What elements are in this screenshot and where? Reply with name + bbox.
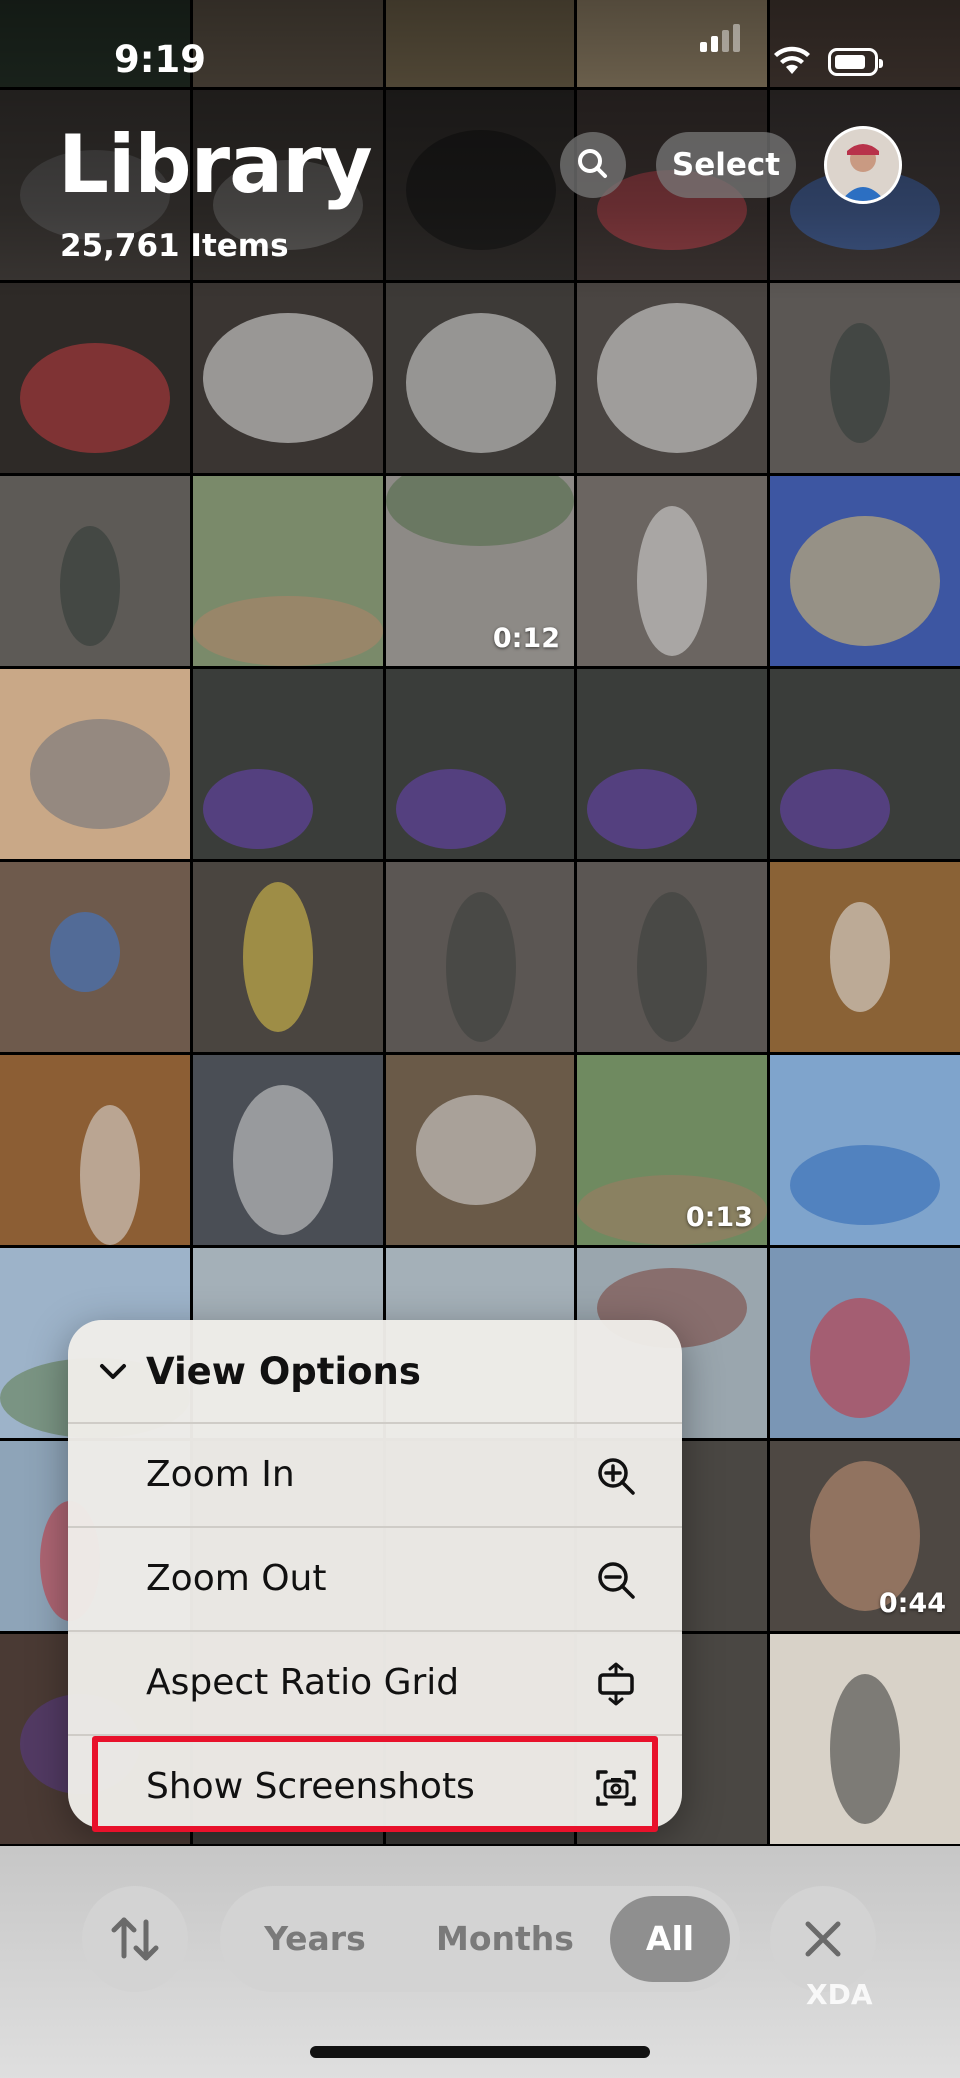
photo-thumbnail[interactable] [770, 283, 960, 473]
video-duration: 0:44 [878, 1588, 946, 1619]
photo-thumbnail[interactable] [193, 862, 383, 1052]
menu-item-label: Zoom Out [146, 1558, 327, 1599]
segment-months[interactable]: Months [420, 1886, 590, 1992]
photo-thumbnail[interactable] [770, 1055, 960, 1245]
item-count: 25,761 Items [60, 228, 289, 264]
photo-thumbnail[interactable] [386, 669, 574, 859]
zoom-out-icon [598, 1562, 635, 1599]
photo-thumbnail[interactable] [386, 283, 574, 473]
search-button[interactable] [560, 132, 626, 198]
menu-item-zoom-in[interactable]: Zoom In [68, 1424, 682, 1526]
photo-thumbnail[interactable] [770, 862, 960, 1052]
photo-thumbnail[interactable] [0, 1055, 190, 1245]
watermark: XDA [806, 1978, 873, 2011]
avatar[interactable] [824, 126, 902, 204]
close-icon [805, 1921, 841, 1957]
photo-thumbnail[interactable] [0, 862, 190, 1052]
photo-thumbnail[interactable] [193, 1055, 383, 1245]
video-thumbnail[interactable]: 0:13 [577, 1055, 767, 1245]
status-bar: 9:19 [0, 0, 960, 120]
chevron-down-icon [100, 1364, 126, 1379]
wifi-icon [774, 46, 810, 74]
status-time: 9:19 [114, 38, 207, 81]
menu-item-zoom-out[interactable]: Zoom Out [68, 1528, 682, 1630]
photo-thumbnail[interactable] [0, 476, 190, 666]
view-options-header[interactable]: View Options [68, 1320, 682, 1422]
battery-icon [828, 48, 883, 76]
video-duration: 0:12 [492, 623, 560, 654]
photo-thumbnail[interactable] [577, 476, 767, 666]
video-thumbnail[interactable]: 0:12 [386, 476, 574, 666]
profile-photo-icon [827, 129, 899, 201]
page-title: Library [58, 118, 373, 211]
photo-thumbnail[interactable] [770, 476, 960, 666]
close-button[interactable] [770, 1886, 876, 1992]
photo-thumbnail[interactable] [770, 1248, 960, 1438]
photo-thumbnail[interactable] [0, 669, 190, 859]
photo-thumbnail[interactable] [770, 669, 960, 859]
view-options-title: View Options [146, 1350, 421, 1393]
menu-item-label: Zoom In [146, 1454, 295, 1495]
photo-thumbnail[interactable] [193, 283, 383, 473]
sort-arrows-icon [111, 1917, 159, 1961]
segment-years[interactable]: Years [240, 1886, 390, 1992]
photo-thumbnail[interactable] [577, 283, 767, 473]
menu-item-aspect-ratio-grid[interactable]: Aspect Ratio Grid [68, 1632, 682, 1734]
photo-thumbnail[interactable] [193, 669, 383, 859]
video-duration: 0:13 [685, 1202, 753, 1233]
photo-thumbnail[interactable] [577, 862, 767, 1052]
photo-thumbnail[interactable] [386, 1055, 574, 1245]
photo-thumbnail[interactable] [0, 283, 190, 473]
aspect-ratio-icon [598, 1662, 634, 1706]
video-thumbnail[interactable]: 0:44 [770, 1441, 960, 1631]
menu-item-label: Aspect Ratio Grid [146, 1662, 460, 1703]
segment-all[interactable]: All [610, 1886, 730, 1992]
highlight-annotation [92, 1736, 658, 1832]
select-button[interactable]: Select [656, 132, 796, 198]
home-indicator [310, 2046, 650, 2058]
photo-thumbnail[interactable] [577, 669, 767, 859]
photo-thumbnail[interactable] [386, 862, 574, 1052]
zoom-in-icon [598, 1458, 635, 1495]
photo-thumbnail[interactable] [770, 1634, 960, 1844]
search-icon [578, 149, 607, 178]
sort-button[interactable] [82, 1886, 188, 1992]
photo-thumbnail[interactable] [193, 476, 383, 666]
